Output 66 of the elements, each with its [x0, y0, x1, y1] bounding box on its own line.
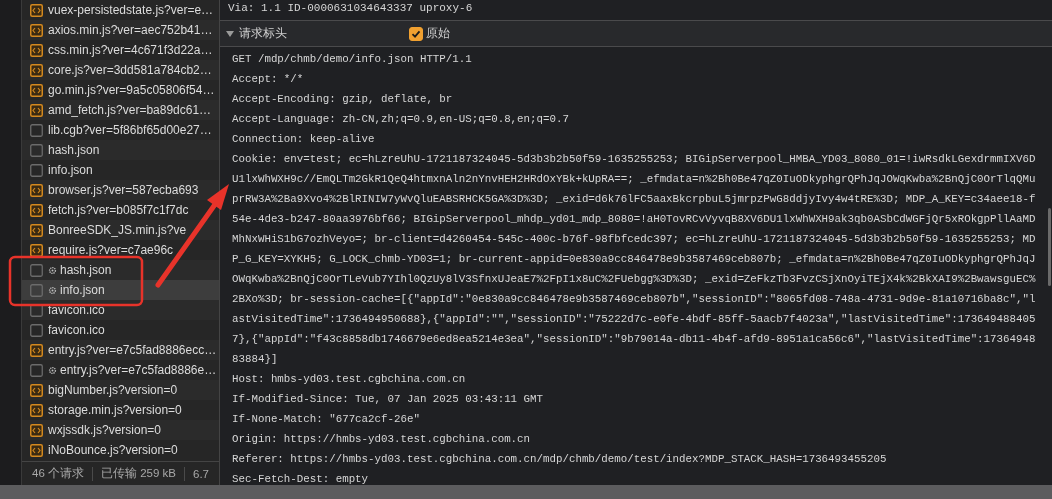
- header-line: If-None-Match: "677ca2cf-26e": [232, 412, 421, 427]
- script-file-icon: [30, 423, 43, 437]
- header-line: Connection: keep-alive: [232, 132, 376, 147]
- header-line: astVisitedTime":1736494950688},{"appId":"","sessionID":"75222d7c-e0fe-4bdf-85ff-5aacb7f4023a","lastVisitedTime":173649488405: [232, 312, 1037, 327]
- network-request-item[interactable]: info.json: [22, 280, 219, 300]
- header-line: Accept: */*: [232, 72, 305, 87]
- document-icon: [30, 363, 43, 377]
- network-request-item[interactable]: favicon.ico: [22, 300, 219, 320]
- script-file-icon: [30, 103, 43, 117]
- document-icon: [30, 123, 43, 137]
- network-request-item[interactable]: browser.js?ver=587ecba693: [22, 180, 219, 200]
- network-request-item[interactable]: bigNumber.js?version=0: [22, 380, 219, 400]
- script-file-icon: [30, 3, 43, 17]
- header-line: Origin: https://hmbs-yd03.test.cgbchina.com.cn: [232, 432, 532, 447]
- raw-checkbox[interactable]: 原始: [409, 25, 450, 42]
- header-line: OWqKwba%2BnQjC0OrTLeVub7YIhl0QzUy8lV3SfnxUJeaE7%2FpI1x8uC%2FUebgg%3D%3D; _exid=ZeFkzTb3FvzCSjXnOyiTEjX4k%2BkXAI9%2BwawsguEC%: [232, 272, 1037, 287]
- checkbox[interactable]: [409, 26, 423, 41]
- script-file-icon: [30, 443, 43, 457]
- document-icon: [30, 263, 43, 277]
- status-text: 46 个请求: [32, 466, 84, 481]
- script-file-icon: [30, 203, 43, 217]
- script-file-icon: [30, 243, 43, 257]
- header-line: Sec-Fetch-Dest: empty: [232, 472, 370, 487]
- header-line: If-Modified-Since: Tue, 07 Jan 2025 03:43:11 GMT: [232, 392, 544, 407]
- header-line: prRW3A%2Ba9Xvo4%2BlRINIW7yWvQluEABSRHCK5GA%3D%3D; _exid=d6k76lFC5aaxBkcrpbuL5jmrpzPwG8ddjyIvy4w4tRE%3D; MDP_A_KEY=c34aee18-f: [232, 192, 1037, 207]
- header-line: 83884}]: [232, 352, 279, 367]
- network-request-item[interactable]: core.js?ver=3dd581a784cb2…: [22, 60, 219, 80]
- status-text: 6.7: [193, 467, 209, 480]
- header-line: Host: hmbs-yd03.test.cgbchina.com.cn: [232, 372, 467, 387]
- network-request-item[interactable]: axios.min.js?ver=aec752b41…: [22, 20, 219, 40]
- header-line: GET /mdp/chmb/demo/info.json HTTP/1.1: [232, 52, 473, 67]
- header-line: Accept-Encoding: gzip, deflate, br: [232, 92, 454, 107]
- network-request-item[interactable]: entry.js?ver=e7c5fad8886ecc…: [22, 340, 219, 360]
- document-icon: [30, 143, 43, 157]
- document-icon: [30, 283, 43, 297]
- header-line: MhNxWHiS1bG7ozhVeyo=; br-client=d4260454-545c-400c-b76f-98fbfcedc397; ec=hLzreUhU-1721187324045-5d3b3b2b50f59-1635255253; MD: [232, 232, 1037, 247]
- status-text: 已传输 259 kB: [101, 466, 176, 481]
- script-file-icon: [30, 23, 43, 37]
- script-file-icon: [30, 403, 43, 417]
- network-request-item[interactable]: BonreeSDK_JS.min.js?ve: [22, 220, 219, 240]
- script-file-icon: [30, 83, 43, 97]
- script-file-icon: [30, 343, 43, 357]
- header-line: 54e-4de3-b247-80aa3976bf66; BIGipServerpool_mhdp_yd01_mdp_8080=!aH0TovRCvVyvqB8XV6DU1lxWhWXH9ak3qb0ASbCdWGFjQr5xROkgpPllAaMD: [232, 212, 1037, 227]
- header-line: Referer: https://hmbs-yd03.test.cgbchina.com.cn/mdp/chmb/demo/test/index?MDP_STACK_HASH=1736493455205: [232, 452, 888, 467]
- section-title: 请求标头: [239, 25, 288, 42]
- header-line: Accept-Language: zh-CN,zh;q=0.9,en-US;q=0.8,en;q=0.7: [232, 112, 570, 127]
- gear-icon: [48, 365, 57, 375]
- script-file-icon: [30, 383, 43, 397]
- network-request-item[interactable]: wxjssdk.js?version=0: [22, 420, 219, 440]
- expand-triangle-icon[interactable]: [226, 29, 234, 38]
- network-request-item[interactable]: hash.json: [22, 140, 219, 160]
- script-file-icon: [30, 43, 43, 57]
- script-file-icon: [30, 223, 43, 237]
- document-icon: [30, 303, 43, 317]
- scrollbar[interactable]: [1048, 208, 1051, 286]
- header-line: Cookie: env=test; ec=hLzreUhU-1721187324045-5d3b3b2b50f59-1635255253; BIGipServerpool_HMBA_YD03_8080_01=!iwRsdkLGexdrmmIXV6D: [232, 152, 1037, 167]
- document-icon: [30, 163, 43, 177]
- script-file-icon: [30, 183, 43, 197]
- header-line: P_G_KEY=XYKH5; G_LOCK_chmb-YD03=1; br-current-appid=0e830a9cc846478e9b3587469ceb807b; _efmdata=n%2Bh0Be47qZ0IuODkyphgrQPhJqJ: [232, 252, 1037, 267]
- document-icon: [30, 323, 43, 337]
- network-request-item[interactable]: hash.json: [22, 260, 219, 280]
- script-file-icon: [30, 63, 43, 77]
- header-line: 7},{"appId":"f43c8858db1746679e6ed8ea5214e3ea","sessionID":"9b79014a-db11-4b4f-afd9-8951a1ca56c6","lastVisitedTime":17364948: [232, 332, 1037, 347]
- header-line: U1lxWhWXH9c//EmQLTm2GkR1QeQ4htmxnAln2nYnvHEH2HRdOxYBk+kUpRA==; _efmdata=n%2Bh0Be47qZ0IuODkyphgrQPhJqJOWqKwba%2BnQjC0OrTlqQMu: [232, 172, 1037, 187]
- network-request-item[interactable]: amd_fetch.js?ver=ba89dc61…: [22, 100, 219, 120]
- header-line: 2BXo%3D; br-session-cache=[{"appId":"0e830a9cc846478e9b3587469ceb807b","sessionID":"8065fd08-748a-4731-9d9e-81a10716ba8c","l: [232, 292, 1037, 307]
